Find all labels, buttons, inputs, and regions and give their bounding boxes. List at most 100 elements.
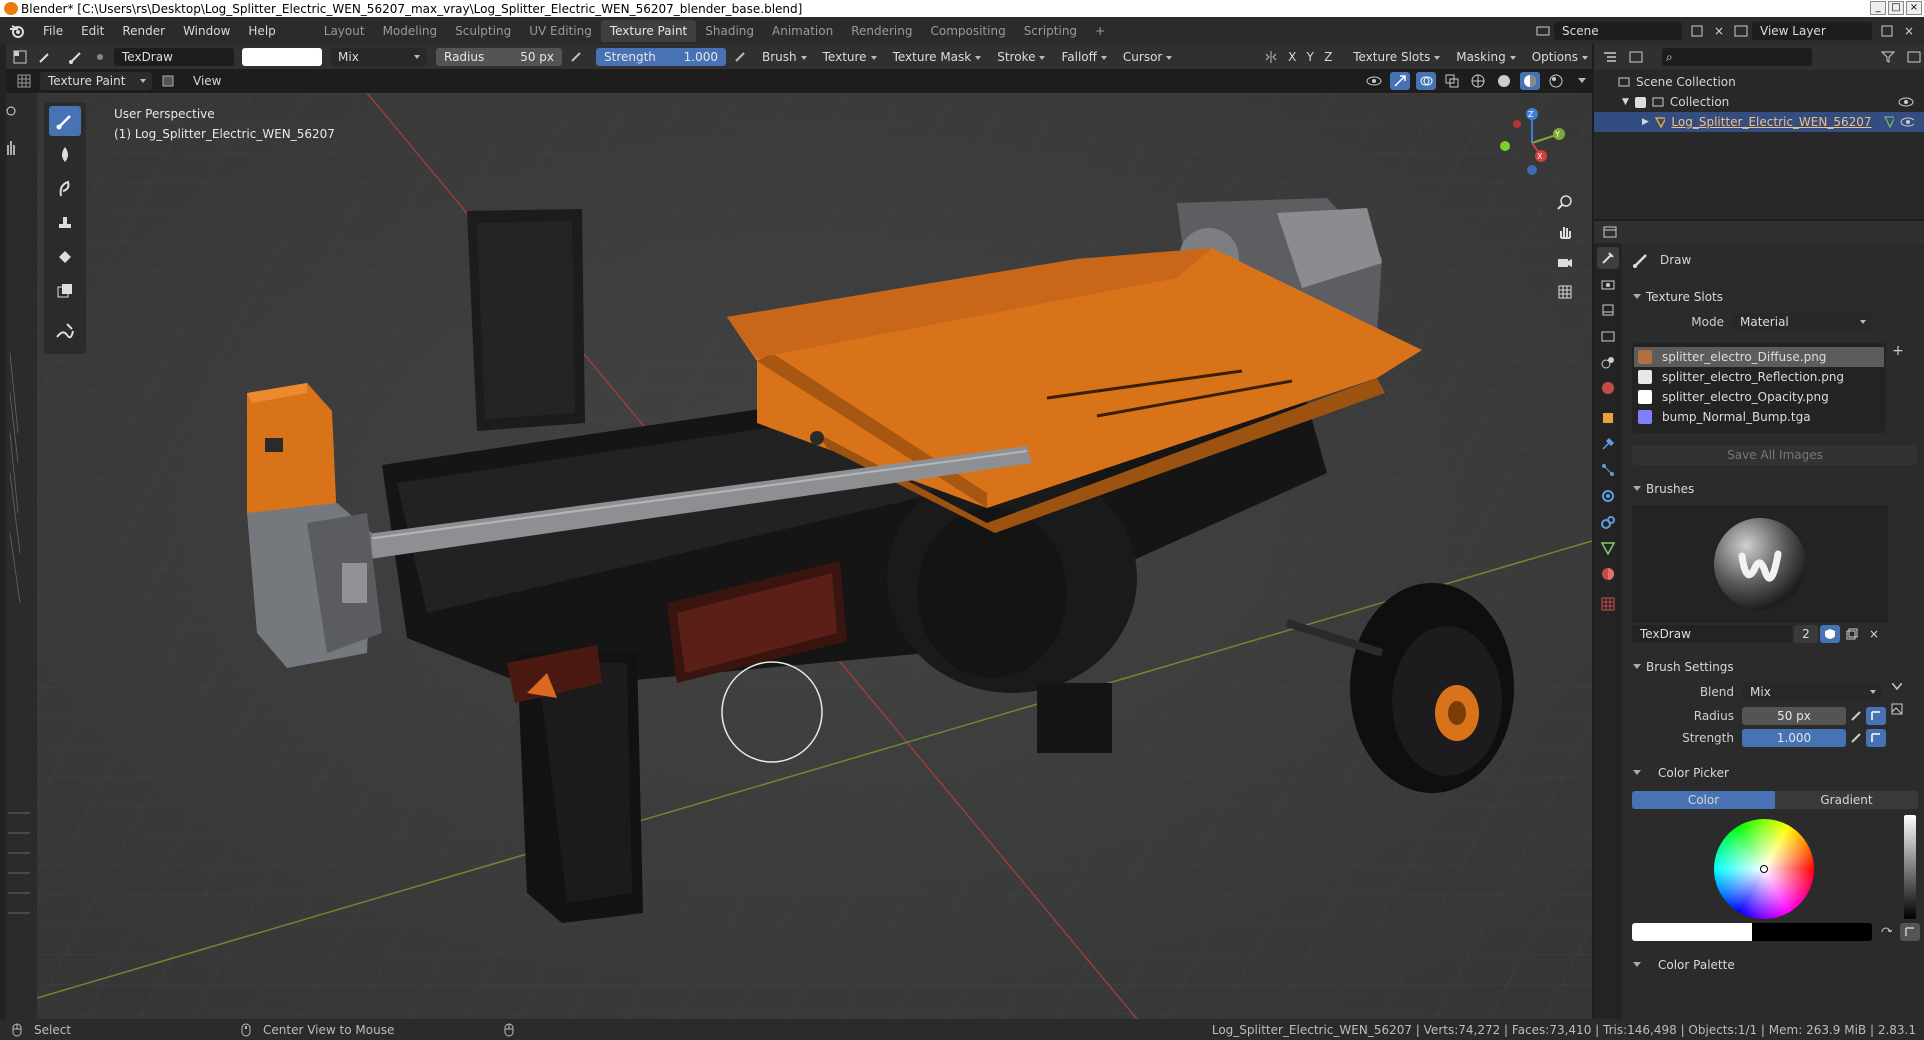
- view-layer-tab-icon[interactable]: [1597, 325, 1619, 347]
- render-tab-icon[interactable]: [1597, 273, 1619, 295]
- texture-slot-row[interactable]: splitter_electro_Diffuse.png: [1634, 347, 1884, 367]
- mode-dropdown[interactable]: Texture Paint: [40, 72, 152, 90]
- workspace-tab-uv-editing[interactable]: UV Editing: [520, 20, 601, 42]
- texture-slots-menu[interactable]: Texture Slots: [1345, 50, 1441, 64]
- workspace-tab-rendering[interactable]: Rendering: [842, 20, 921, 42]
- color-palette-subpanel-header[interactable]: Color Palette: [1624, 953, 1924, 977]
- duplicate-brush-icon[interactable]: [1842, 625, 1862, 643]
- remove-view-layer-icon[interactable]: ×: [1898, 20, 1920, 42]
- gizmo-toggle-icon[interactable]: [1390, 72, 1410, 90]
- menu-window[interactable]: Window: [174, 24, 239, 38]
- mask-tool[interactable]: [49, 276, 81, 306]
- soften-tool[interactable]: [49, 140, 81, 170]
- gradient-tab[interactable]: Gradient: [1775, 791, 1918, 809]
- object-tab-icon[interactable]: [1597, 407, 1619, 429]
- strength-pressure-icon[interactable]: [730, 48, 750, 66]
- smear-tool[interactable]: [49, 174, 81, 204]
- strength-slider[interactable]: Strength 1.000: [596, 47, 726, 66]
- new-view-layer-icon[interactable]: [1876, 20, 1898, 42]
- outliner-display-mode-icon[interactable]: [1626, 48, 1646, 66]
- brushes-panel-header[interactable]: Brushes: [1624, 477, 1924, 501]
- fake-user-shield-icon[interactable]: [1820, 625, 1840, 643]
- navigation-gizmo[interactable]: Z Y X: [1497, 108, 1567, 178]
- color-unit-icon[interactable]: [1900, 923, 1920, 941]
- brush-users-count[interactable]: 2: [1794, 625, 1818, 643]
- brush-strength-slider[interactable]: 1.000: [1742, 729, 1846, 747]
- color-picker-cursor[interactable]: [1760, 865, 1768, 873]
- solid-shading-icon[interactable]: [1494, 72, 1514, 90]
- radius-pressure-icon[interactable]: [566, 48, 586, 66]
- falloff-menu[interactable]: Falloff: [1053, 50, 1108, 64]
- brush-menu[interactable]: Brush: [754, 50, 807, 64]
- visibility-icon[interactable]: [1364, 72, 1384, 90]
- brush-datablock-name[interactable]: TexDraw: [1632, 625, 1792, 643]
- draw-tool[interactable]: [49, 106, 81, 136]
- view-layer-icon[interactable]: [1730, 20, 1752, 42]
- brush-strength-pressure-icon[interactable]: [1846, 729, 1866, 747]
- brush-name-field[interactable]: TexDraw: [114, 47, 234, 66]
- camera-view-icon[interactable]: [1554, 251, 1576, 273]
- options-menu[interactable]: Options: [1524, 50, 1589, 64]
- brush-icon[interactable]: [66, 48, 86, 66]
- workspace-tab-compositing[interactable]: Compositing: [921, 20, 1014, 42]
- workspace-tab-animation[interactable]: Animation: [763, 20, 842, 42]
- workspace-tab-scripting[interactable]: Scripting: [1015, 20, 1086, 42]
- brush-blend-dropdown[interactable]: Mix: [1742, 683, 1882, 701]
- outliner-search-input[interactable]: ⌕: [1662, 48, 1812, 66]
- brush-radius-unit-icon[interactable]: [1866, 707, 1886, 725]
- paint-mask-toggle-icon[interactable]: [158, 72, 178, 90]
- minimize-button[interactable]: _: [1870, 1, 1886, 15]
- add-workspace-button[interactable]: +: [1086, 20, 1114, 42]
- fill-tool[interactable]: [49, 242, 81, 272]
- particles-tab-icon[interactable]: [1597, 459, 1619, 481]
- stroke-menu[interactable]: Stroke: [989, 50, 1046, 64]
- wireframe-shading-icon[interactable]: [1468, 72, 1488, 90]
- new-collection-icon[interactable]: [1904, 48, 1924, 66]
- zoom-icon[interactable]: [1554, 191, 1576, 213]
- secondary-color-swatch[interactable]: [1752, 923, 1872, 941]
- brush-radius-pressure-icon[interactable]: [1846, 707, 1866, 725]
- texture-mask-menu[interactable]: Texture Mask: [885, 50, 981, 64]
- rendered-shading-icon[interactable]: [1546, 72, 1566, 90]
- outliner-row-scene-collection[interactable]: Scene Collection: [1594, 72, 1924, 92]
- texture-tab-icon[interactable]: [1597, 593, 1619, 615]
- annotate-tool[interactable]: [49, 316, 81, 346]
- outliner-row-object[interactable]: ▶ Log_Splitter_Electric_WEN_56207: [1594, 112, 1924, 132]
- brush-image-icon[interactable]: [1886, 698, 1908, 720]
- texture-slots-panel-header[interactable]: Texture Slots: [1624, 285, 1924, 309]
- texture-slot-row[interactable]: splitter_electro_Reflection.png: [1634, 367, 1884, 387]
- scene-icon[interactable]: [1532, 20, 1554, 42]
- data-tab-icon[interactable]: [1597, 537, 1619, 559]
- overlays-toggle-icon[interactable]: [1416, 72, 1436, 90]
- outliner-row-collection[interactable]: ▼ Collection: [1594, 92, 1924, 112]
- constraints-tab-icon[interactable]: [1597, 511, 1619, 533]
- brush-preview-thumbnail[interactable]: [1632, 505, 1888, 623]
- mesh-data-icon[interactable]: [1883, 116, 1895, 128]
- view-layer-selector[interactable]: View Layer: [1752, 21, 1872, 40]
- primary-color-swatch[interactable]: [1632, 923, 1752, 941]
- properties-editor-type-icon[interactable]: [1600, 223, 1620, 241]
- color-picker-subpanel-header[interactable]: Color Picker: [1624, 761, 1924, 785]
- outliner-editor-type-icon[interactable]: [1600, 48, 1620, 66]
- value-slider[interactable]: [1904, 815, 1916, 919]
- texture-menu[interactable]: Texture: [815, 50, 877, 64]
- hand-side-icon[interactable]: [6, 137, 16, 157]
- menu-edit[interactable]: Edit: [72, 24, 113, 38]
- mirror-z-toggle[interactable]: Z: [1321, 48, 1335, 66]
- output-tab-icon[interactable]: [1597, 299, 1619, 321]
- view-menu[interactable]: View: [184, 74, 230, 88]
- collection-checkbox[interactable]: [1634, 96, 1646, 108]
- object-visibility-eye-icon[interactable]: [1900, 116, 1914, 128]
- mirror-x-toggle[interactable]: X: [1285, 48, 1299, 66]
- scene-tab-icon[interactable]: [1597, 351, 1619, 373]
- collection-visibility-eye-icon[interactable]: [1898, 96, 1914, 108]
- color-tab[interactable]: Color: [1632, 791, 1775, 809]
- collapse-chevron-icon[interactable]: ▼: [1622, 97, 1629, 107]
- symmetry-icon[interactable]: [1261, 48, 1281, 66]
- cursor-menu[interactable]: Cursor: [1115, 50, 1173, 64]
- workspace-tab-shading[interactable]: Shading: [696, 20, 763, 42]
- brush-color-icon[interactable]: [90, 48, 110, 66]
- ortho-grid-icon[interactable]: [1554, 281, 1576, 303]
- add-texture-slot-button[interactable]: +: [1886, 343, 1910, 433]
- radius-slider[interactable]: Radius 50 px: [436, 47, 562, 66]
